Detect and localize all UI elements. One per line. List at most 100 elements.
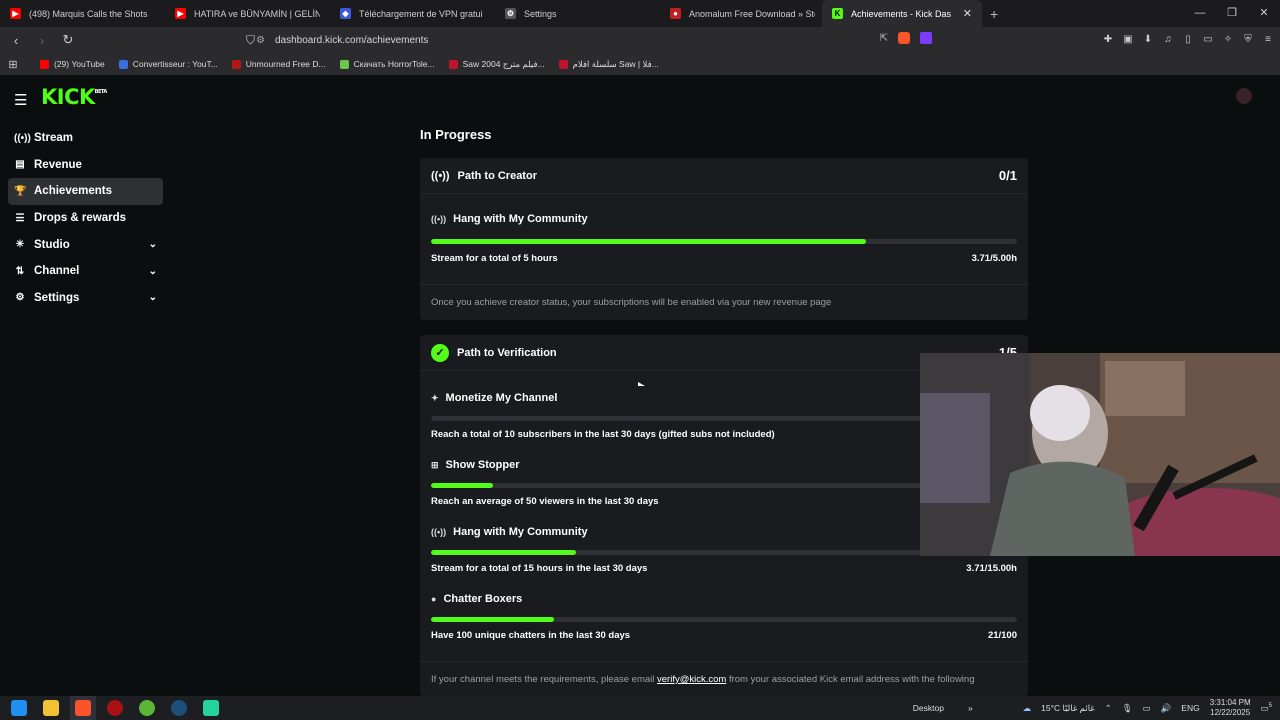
broadcast-icon: ((•)) (431, 527, 447, 537)
brave-rewards-icon[interactable] (920, 32, 932, 44)
browser-tab[interactable]: K Achievements - Kick Dashboard ✕ (822, 0, 982, 27)
apps-grid-icon[interactable]: ⊞ (0, 58, 26, 71)
download-icon[interactable]: ⬇ (1142, 34, 1154, 46)
bookmark-item[interactable]: (29) YouTube (40, 59, 105, 70)
sidebar-item-settings[interactable]: ⚙ Settings ⌄ (8, 285, 163, 312)
task-description: Stream for a total of 15 hours in the la… (431, 563, 648, 574)
steam-icon[interactable] (166, 696, 192, 720)
browser-tab[interactable]: ◆ Téléchargement de VPN gratuit | No (330, 0, 492, 27)
trophy-icon: 🏆 (14, 185, 27, 197)
overflow-icon[interactable]: » (968, 703, 973, 713)
tab-title: HATIRA ve BÜNYAMİN | GELİN VE DA (194, 8, 320, 19)
screenshot-icon[interactable]: ▣ (1122, 34, 1134, 46)
address-bar[interactable]: ⚙ dashboard.kick.com/achievements ⇱ (256, 30, 936, 50)
vpn-icon[interactable]: ⛨ (1242, 34, 1254, 46)
menu-icon[interactable]: ≡ (1262, 34, 1274, 46)
bookmark-icon[interactable]: ⛉ (246, 33, 255, 48)
sidebar-item-label: Drops & rewards (34, 212, 127, 225)
reload-icon[interactable]: ↻ (58, 32, 78, 48)
restore-icon[interactable]: ❐ (1216, 0, 1248, 27)
tab-favicon-icon: ▶ (10, 8, 21, 19)
sidebar-item-label: Achievements (34, 185, 112, 198)
discord-like-icon[interactable] (198, 696, 224, 720)
task-value: 3.71/15.00h (966, 563, 1017, 574)
viewers-icon: ⊞ (431, 459, 439, 470)
new-tab-button[interactable]: + (982, 6, 1006, 22)
browser-tab[interactable]: ▶ (498) Marquis Calls the Shots (Bill Sk (0, 0, 160, 27)
app-icon-red[interactable] (102, 696, 128, 720)
language-indicator[interactable]: ENG (1181, 703, 1199, 713)
avatar[interactable] (1236, 88, 1252, 104)
bookmark-item[interactable]: Saw 2004 فيلم مترج... (448, 59, 545, 70)
studio-icon: ✳ (15, 239, 25, 251)
extensions-icon[interactable]: ✚ (1102, 34, 1114, 46)
share-icon[interactable]: ⇱ (880, 33, 888, 44)
minimize-icon[interactable]: — (1184, 0, 1216, 27)
hamburger-menu-icon[interactable]: ☰ (14, 91, 27, 109)
window-controls: — ❐ ✕ (1184, 0, 1280, 27)
webcam-image (920, 353, 1280, 556)
brave-browser-icon[interactable] (70, 696, 96, 720)
verification-task: ● Chatter Boxers Have 100 unique chatters … (431, 593, 1017, 643)
chevron-down-icon[interactable]: ⌄ (149, 292, 157, 303)
network-icon[interactable]: ▭ (1143, 703, 1151, 714)
wallet-icon[interactable]: ▭ (1202, 34, 1214, 46)
sidebar-item-channel[interactable]: ⇅ Channel ⌄ (8, 258, 163, 285)
browser-tab[interactable]: ⚙ Settings (495, 0, 655, 27)
tab-title: Settings (524, 8, 557, 19)
drops-icon: ☰ (15, 212, 25, 224)
bookmark-favicon-icon (448, 59, 458, 69)
brave-shield-icon[interactable] (898, 32, 910, 44)
tab-title: (498) Marquis Calls the Shots (Bill Sk (29, 8, 150, 19)
kick-dashboard: ☰ KICK BETA ((•)) Stream ▤ Revenue 🏆 Achieveme… (0, 76, 1280, 696)
media-icon[interactable]: ♫ (1162, 34, 1174, 46)
bookmark-item[interactable]: سلسلة افلام Saw | فلا... (558, 59, 659, 70)
bookmarks-bar: ⊞ (29) YouTube Convertisseur : YouT... Unm… (0, 53, 1280, 75)
volume-icon[interactable]: 🔊 (1161, 703, 1172, 714)
weather-text[interactable]: 15°C غائم غالبًا (1041, 703, 1095, 714)
site-info-icon[interactable]: ⚙ (256, 35, 265, 46)
bookmark-label: Unmourned Free D... (245, 59, 326, 69)
kick-logo[interactable]: KICK BETA (41, 85, 107, 109)
verify-email-link[interactable]: verify@kick.com (657, 674, 726, 685)
revenue-icon: ▤ (15, 159, 25, 171)
weather-icon: ☁ (1022, 702, 1032, 713)
tab-title: Achievements - Kick Dashboard (851, 8, 951, 19)
sidebar-item-achievements[interactable]: 🏆 Achievements (8, 178, 163, 205)
clock[interactable]: 3:31:04 PM 12/22/2025 (1210, 698, 1251, 718)
sidebar-item-revenue[interactable]: ▤ Revenue (8, 152, 163, 179)
sidebar-item-studio[interactable]: ✳ Studio ⌄ (8, 231, 163, 258)
browser-tab[interactable]: ▶ HATIRA ve BÜNYAMİN | GELİN VE DA (165, 0, 330, 27)
creator-note: Once you achieve creator status, your su… (431, 297, 832, 308)
browser-tab[interactable]: ● Anomalum Free Download » SteamU (660, 0, 825, 27)
url-text: dashboard.kick.com/achievements (274, 34, 429, 46)
forward-icon[interactable]: › (32, 33, 52, 48)
mouse-cursor (638, 382, 645, 386)
notification-icon[interactable]: ▭5 (1261, 703, 1272, 714)
sidebar-item-stream[interactable]: ((•)) Stream (8, 125, 163, 152)
bookmark-item[interactable]: Unmourned Free D... (231, 59, 326, 70)
sidebar-toggle-icon[interactable]: ▯ (1182, 34, 1194, 46)
close-icon[interactable]: ✕ (1248, 0, 1280, 27)
gear-icon: ⚙ (15, 292, 25, 304)
tray-chevron-icon[interactable]: ⌃ (1105, 703, 1112, 714)
close-tab-icon[interactable]: ✕ (963, 7, 972, 20)
webcam-overlay (920, 353, 1280, 556)
mic-icon[interactable]: 🎙 (1122, 703, 1133, 714)
leo-icon[interactable]: ✧ (1222, 34, 1234, 46)
bookmark-item[interactable]: Скачать HorrorTole... (339, 59, 435, 70)
chevron-down-icon[interactable]: ⌄ (149, 266, 157, 277)
back-icon[interactable]: ‹ (6, 33, 26, 48)
chevron-down-icon[interactable]: ⌄ (149, 239, 157, 250)
sidebar-item-drops-rewards[interactable]: ☰ Drops & rewards (8, 205, 163, 232)
utorrent-icon[interactable] (134, 696, 160, 720)
bookmark-item[interactable]: Convertisseur : YouT... (118, 59, 218, 70)
desktop-label[interactable]: Desktop (913, 703, 944, 713)
task-title: Monetize My Channel (445, 392, 558, 404)
file-explorer-icon[interactable] (38, 696, 64, 720)
note-text-end: from your associated Kick email address … (726, 674, 975, 685)
bookmark-favicon-icon (118, 59, 128, 69)
task-description: Reach a total of 10 subscribers in the l… (431, 429, 775, 440)
broadcast-icon: ((•)) (431, 214, 447, 224)
start-button[interactable] (6, 696, 32, 720)
